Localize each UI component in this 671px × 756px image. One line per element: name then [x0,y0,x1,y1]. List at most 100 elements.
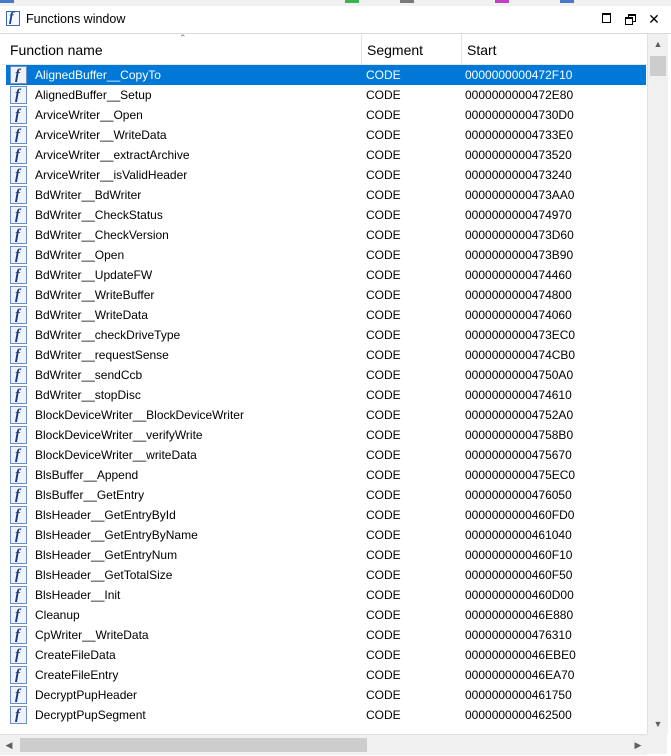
restore-window-button[interactable] [622,11,638,27]
function-row[interactable]: f BdWriter__requestSense CODE 0000000000474… [6,345,646,365]
function-row[interactable]: f ArviceWriter__Open CODE 00000000004730D0 [6,105,646,125]
function-row[interactable]: f BdWriter__Open CODE 0000000000473B90 [6,245,646,265]
function-row[interactable]: f BlsHeader__Init CODE 0000000000460D00 [6,585,646,605]
scroll-right-arrow-icon[interactable]: ▶ [629,735,647,755]
function-f-icon: f [10,66,27,84]
function-name-cell: DecryptPupHeader [35,688,138,702]
function-f-icon: f [10,206,27,224]
segment-cell: CODE [366,668,401,682]
function-name-cell: BlockDeviceWriter__verifyWrite [35,428,203,442]
function-row[interactable]: f BlsHeader__GetEntryByName CODE 0000000000… [6,525,646,545]
segment-cell: CODE [366,468,401,482]
segment-cell: CODE [366,328,401,342]
start-address-cell: 000000000046EBE0 [465,648,576,662]
scroll-left-arrow-icon[interactable]: ◀ [0,735,18,755]
function-f-icon: f [10,526,27,544]
segment-cell: CODE [366,128,401,142]
function-row[interactable]: f BlockDeviceWriter__writeData CODE 0000000… [6,445,646,465]
segment-cell: CODE [366,188,401,202]
function-f-icon: f [10,426,27,444]
function-row[interactable]: f BdWriter__sendCcb CODE 00000000004750A0 [6,365,646,385]
function-row[interactable]: f BdWriter__CheckStatus CODE 00000000004749… [6,205,646,225]
function-row[interactable]: f BdWriter__CheckVersion CODE 0000000000473… [6,225,646,245]
start-address-cell: 0000000000473520 [465,148,572,162]
function-f-icon: f [10,186,27,204]
function-row[interactable]: f BlockDeviceWriter__verifyWrite CODE 00000… [6,425,646,445]
function-row[interactable]: f BlsBuffer__GetEntry CODE 0000000000476050 [6,485,646,505]
segment-cell: CODE [366,588,401,602]
vertical-scrollbar[interactable]: ▲ ▼ [647,34,668,734]
segment-cell: CODE [366,348,401,362]
function-name-cell: BlsHeader__GetEntryById [35,508,176,522]
horizontal-scrollbar[interactable]: ◀ ▶ [0,734,647,755]
column-header-segment[interactable]: Segment [362,34,462,64]
segment-cell: CODE [366,148,401,162]
scroll-up-arrow-icon[interactable]: ▲ [648,34,668,54]
function-name-cell: BdWriter__UpdateFW [35,268,153,282]
start-address-cell: 00000000004733E0 [465,128,574,142]
function-row[interactable]: f BdWriter__stopDisc CODE 0000000000474610 [6,385,646,405]
function-name-cell: BdWriter__CheckVersion [35,228,169,242]
function-row[interactable]: f DecryptPupHeader CODE 0000000000461750 [6,685,646,705]
segment-cell: CODE [366,308,401,322]
function-row[interactable]: f BdWriter__BdWriter CODE 0000000000473AA0 [6,185,646,205]
function-row[interactable]: f CreateFileData CODE 000000000046EBE0 [6,645,646,665]
function-name-cell: AlignedBuffer__CopyTo [35,68,161,82]
function-name-cell: BlockDeviceWriter__writeData [35,448,197,462]
function-f-icon: f [10,106,27,124]
function-f-icon: f [10,606,27,624]
function-f-icon: f [10,166,27,184]
function-row[interactable]: f BlsBuffer__Append CODE 0000000000475EC0 [6,465,646,485]
function-row[interactable]: f DecryptPupSegment CODE 0000000000462500 [6,705,646,725]
start-address-cell: 0000000000473EC0 [465,328,576,342]
function-name-cell: BdWriter__BdWriter [35,188,142,202]
segment-cell: CODE [366,268,401,282]
function-row[interactable]: f Cleanup CODE 000000000046E880 [6,605,646,625]
segment-cell: CODE [366,488,401,502]
segment-cell: CODE [366,388,401,402]
function-row[interactable]: f BdWriter__WriteData CODE 0000000000474060 [6,305,646,325]
segment-cell: CODE [366,508,401,522]
start-address-cell: 0000000000475670 [465,448,572,462]
function-row[interactable]: f ArviceWriter__WriteData CODE 000000000047… [6,125,646,145]
function-name-cell: ArviceWriter__extractArchive [35,148,190,162]
function-row[interactable]: f CpWriter__WriteData CODE 0000000000476310 [6,625,646,645]
function-f-icon: f [10,366,27,384]
function-f-icon: f [10,566,27,584]
float-icon [601,13,611,24]
segment-cell: CODE [366,248,401,262]
function-row[interactable]: f CreateFileEntry CODE 000000000046EA70 [6,665,646,685]
function-row[interactable]: f BlsHeader__GetEntryNum CODE 0000000000460… [6,545,646,565]
start-address-cell: 0000000000461040 [465,528,572,542]
function-name-cell: CreateFileEntry [35,668,119,682]
start-address-cell: 0000000000460D00 [465,588,574,602]
vertical-scroll-thumb[interactable] [650,56,666,76]
function-name-cell: BdWriter__CheckStatus [35,208,163,222]
scroll-down-arrow-icon[interactable]: ▼ [648,714,668,734]
start-address-cell: 0000000000474970 [465,208,572,222]
function-row[interactable]: f BlockDeviceWriter__BlockDeviceWriter COD… [6,405,646,425]
function-row[interactable]: f ArviceWriter__isValidHeader CODE 00000000… [6,165,646,185]
function-f-icon: f [6,10,20,26]
function-name-cell: BlsHeader__Init [35,588,121,602]
function-row[interactable]: f BdWriter__WriteBuffer CODE 00000000004748… [6,285,646,305]
column-header-function-name[interactable]: Function name ⌃ [2,33,362,64]
start-address-cell: 0000000000473B90 [465,248,574,262]
start-address-cell: 0000000000473D60 [465,228,574,242]
function-row[interactable]: f BdWriter__checkDriveType CODE 00000000004… [6,325,646,345]
close-window-button[interactable]: ✕ [646,11,662,27]
horizontal-scroll-thumb[interactable] [20,738,367,752]
window-title: Functions window [26,12,126,26]
column-header-start[interactable]: Start [462,34,646,64]
functions-list[interactable]: f AlignedBuffer__CopyTo CODE 0000000000472F… [6,65,646,734]
function-row[interactable]: f ArviceWriter__extractArchive CODE 0000000… [6,145,646,165]
function-row[interactable]: f BlsHeader__GetEntryById CODE 000000000046… [6,505,646,525]
segment-cell: CODE [366,448,401,462]
function-row[interactable]: f BdWriter__UpdateFW CODE 0000000000474460 [6,265,646,285]
function-row[interactable]: f AlignedBuffer__Setup CODE 0000000000472E8… [6,85,646,105]
function-row[interactable]: f AlignedBuffer__CopyTo CODE 0000000000472F… [6,65,646,85]
function-row[interactable]: f BlsHeader__GetTotalSize CODE 000000000046… [6,565,646,585]
function-f-icon: f [10,406,27,424]
float-window-button[interactable] [598,11,614,27]
function-name-cell: BlsHeader__GetEntryNum [35,548,178,562]
